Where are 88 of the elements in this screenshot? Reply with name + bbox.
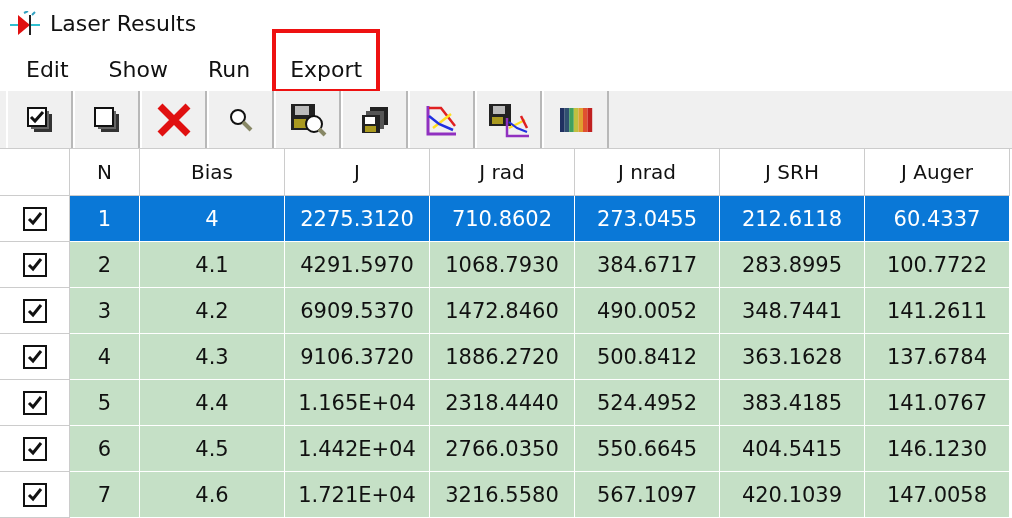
- table-cell: 500.8412: [575, 334, 720, 380]
- table-cell: 384.6717: [575, 242, 720, 288]
- table-cell: 4.6: [140, 472, 285, 518]
- table-cell: 137.6784: [865, 334, 1010, 380]
- table-cell: 3: [70, 288, 140, 334]
- table-cell: 4.3: [140, 334, 285, 380]
- column-header[interactable]: N: [70, 149, 140, 196]
- table-cell: 2318.4440: [430, 380, 575, 426]
- table-cell: 4291.5970: [285, 242, 430, 288]
- row-checkbox[interactable]: [22, 482, 47, 507]
- table-cell: 4.5: [140, 426, 285, 472]
- toolbar-button[interactable]: [6, 91, 73, 148]
- delete-icon: [155, 101, 192, 138]
- color-spectrum-icon: [557, 105, 594, 134]
- toolbar-button[interactable]: [274, 91, 341, 148]
- table-cell: 363.1628: [720, 334, 865, 380]
- row-checkbox[interactable]: [22, 206, 47, 231]
- checkmark-icon: [26, 440, 43, 457]
- table-cell: 141.0767: [865, 380, 1010, 426]
- table-cell: 490.0052: [575, 288, 720, 334]
- table-cell: 2: [70, 242, 140, 288]
- row-checkbox[interactable]: [22, 252, 47, 277]
- table-cell: 4.4: [140, 380, 285, 426]
- toolbar-button[interactable]: [475, 91, 542, 148]
- table-cell: 6: [70, 426, 140, 472]
- table-cell: 1.165E+04: [285, 380, 430, 426]
- search-icon: [227, 106, 254, 133]
- table-cell: 283.8995: [720, 242, 865, 288]
- floppy-plot-icon: [486, 101, 531, 138]
- column-header[interactable]: J: [285, 149, 430, 196]
- table-cell: 212.6118: [720, 196, 865, 242]
- table-cell: 9106.3720: [285, 334, 430, 380]
- table-cell: 1068.7930: [430, 242, 575, 288]
- table-cell: 6909.5370: [285, 288, 430, 334]
- plot-icon: [424, 103, 459, 136]
- table-cell: 147.0058: [865, 472, 1010, 518]
- table-cell: 1: [70, 196, 140, 242]
- table-cell: 146.1230: [865, 426, 1010, 472]
- table-cell: 1.721E+04: [285, 472, 430, 518]
- checkmark-icon: [26, 486, 43, 503]
- row-checkbox[interactable]: [22, 390, 47, 415]
- stacked-floppies-icon: [359, 104, 390, 135]
- table-cell: 710.8602: [430, 196, 575, 242]
- column-header[interactable]: J rad: [430, 149, 575, 196]
- checkmark-icon: [26, 256, 43, 273]
- window-title: Laser Results: [50, 11, 197, 37]
- table-cell: 550.6645: [575, 426, 720, 472]
- column-header[interactable]: J SRH: [720, 149, 865, 196]
- table-cell: 1472.8460: [430, 288, 575, 334]
- toolbar-button[interactable]: [542, 91, 609, 148]
- table-cell: 100.7722: [865, 242, 1010, 288]
- row-checkbox[interactable]: [22, 344, 47, 369]
- table-cell: 5: [70, 380, 140, 426]
- toolbar-button[interactable]: [341, 91, 408, 148]
- row-checkbox[interactable]: [22, 436, 47, 461]
- checkmark-icon: [26, 210, 43, 227]
- table-cell: 2275.3120: [285, 196, 430, 242]
- checkmark-icon: [26, 302, 43, 319]
- laser-diode-icon: [10, 10, 40, 37]
- table-cell: 4.1: [140, 242, 285, 288]
- table-cell: 60.4337: [865, 196, 1010, 242]
- table-cell: 567.1097: [575, 472, 720, 518]
- row-checkbox[interactable]: [22, 298, 47, 323]
- column-header[interactable]: J nrad: [575, 149, 720, 196]
- table-cell: 4: [70, 334, 140, 380]
- table-cell: 1886.2720: [430, 334, 575, 380]
- table-cell: 7: [70, 472, 140, 518]
- table-cell: 2766.0350: [430, 426, 575, 472]
- table-cell: 141.2611: [865, 288, 1010, 334]
- toolbar-button[interactable]: [73, 91, 140, 148]
- column-header[interactable]: J Auger: [865, 149, 1010, 196]
- stacked-checkbox-icon: [24, 104, 55, 135]
- table-cell: 524.4952: [575, 380, 720, 426]
- checkmark-icon: [26, 394, 43, 411]
- stacked-squares-icon: [91, 104, 122, 135]
- table-cell: 348.7441: [720, 288, 865, 334]
- table-cell: 3216.5580: [430, 472, 575, 518]
- floppy-magnifier-icon: [288, 101, 327, 138]
- table-cell: 1.442E+04: [285, 426, 430, 472]
- toolbar-button[interactable]: [408, 91, 475, 148]
- table-cell: 273.0455: [575, 196, 720, 242]
- checkmark-icon: [26, 348, 43, 365]
- table-cell: 383.4185: [720, 380, 865, 426]
- table-cell: 404.5415: [720, 426, 865, 472]
- table-cell: 420.1039: [720, 472, 865, 518]
- column-header[interactable]: Bias: [140, 149, 285, 196]
- table-cell: 4: [140, 196, 285, 242]
- table-cell: 4.2: [140, 288, 285, 334]
